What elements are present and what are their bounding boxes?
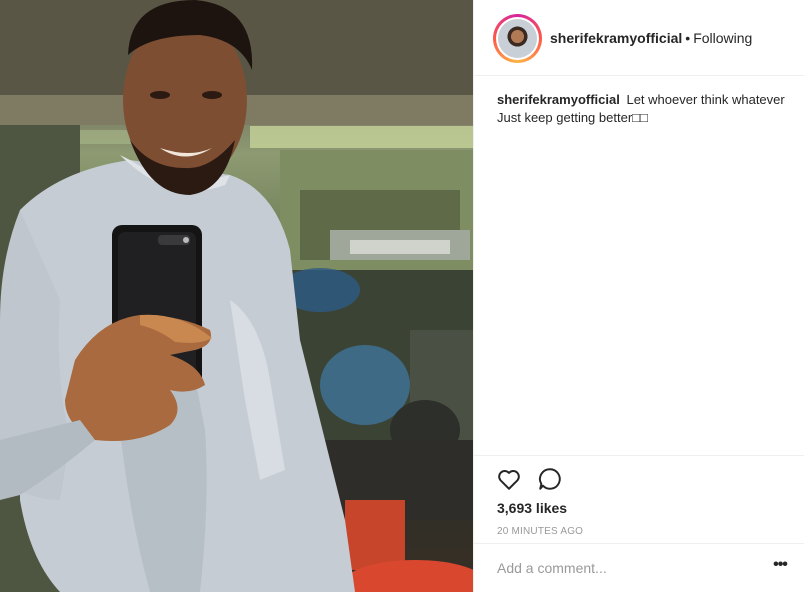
post-photo[interactable]	[0, 0, 473, 592]
more-options-icon[interactable]: •••	[770, 557, 790, 578]
comment-bar: •••	[474, 543, 804, 592]
heart-icon[interactable]	[496, 466, 522, 492]
avatar[interactable]	[493, 14, 542, 63]
header-username-link[interactable]: sherifekramyofficial	[550, 30, 682, 46]
post-header: sherifekramyofficial • Following	[474, 0, 804, 76]
avatar-frame	[496, 17, 539, 60]
comment-bubble-icon[interactable]	[537, 466, 563, 492]
add-comment-input[interactable]	[497, 558, 757, 578]
likes-count[interactable]: 3,693 likes	[497, 500, 567, 516]
post-caption: sherifekramyofficial Let whoever think w…	[497, 91, 787, 127]
following-button[interactable]: Following	[693, 30, 752, 46]
post-details-panel: sherifekramyofficial • Following sherifekr…	[473, 0, 804, 592]
caption-username-link[interactable]: sherifekramyofficial	[497, 92, 620, 107]
gym-selfie-illustration	[0, 0, 473, 592]
post-timestamp[interactable]: 20 MINUTES AGO	[497, 526, 583, 537]
header-text: sherifekramyofficial • Following	[550, 30, 752, 46]
avatar-image	[498, 19, 537, 58]
header-separator: •	[685, 30, 691, 46]
